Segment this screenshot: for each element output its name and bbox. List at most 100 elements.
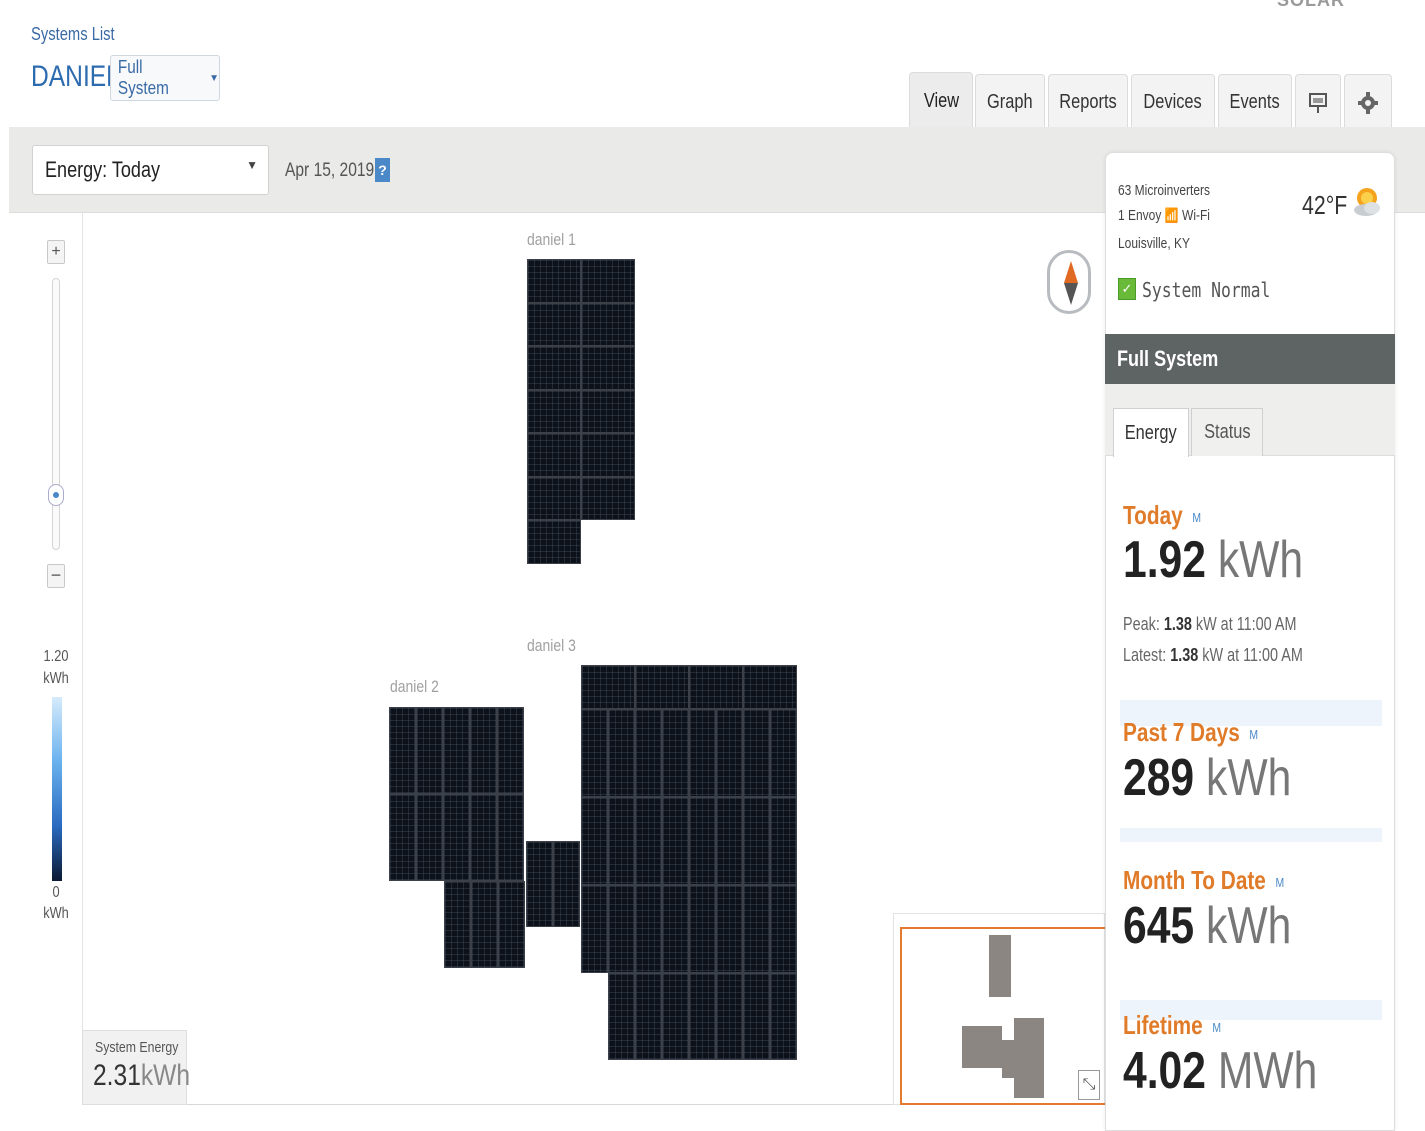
solar-panel[interactable] [662,885,689,973]
legend-max-value: 1.20 [43,648,69,665]
solar-panel[interactable] [770,797,797,885]
month-to-date-value: 645 kWh [1123,897,1292,955]
solar-panel[interactable] [581,259,635,303]
solar-panel[interactable] [527,259,581,303]
minimap-array [1014,1018,1044,1098]
envoy-info: 1 Envoy 📶 Wi-Fi [1118,207,1210,224]
solar-panel[interactable] [743,885,770,973]
solar-panel[interactable] [635,709,662,797]
solar-panel[interactable] [444,881,471,968]
solar-panel[interactable] [581,665,635,709]
array-label-daniel-2: daniel 2 [390,677,439,696]
solar-panel[interactable] [470,707,497,794]
solar-panel[interactable] [770,709,797,797]
solar-panel[interactable] [581,709,608,797]
today-label: Today M [1123,500,1201,530]
solar-panel[interactable] [689,797,716,885]
solar-panel[interactable] [527,476,581,520]
tab-presentation[interactable] [1295,74,1341,130]
solar-panel[interactable] [608,797,635,885]
presentation-icon [1309,92,1327,113]
today-value: 1.92 kWh [1123,531,1304,589]
tab-graph[interactable]: Graph [975,74,1045,130]
solar-panel[interactable] [662,797,689,885]
solar-panel[interactable] [443,707,470,794]
solar-panel[interactable] [743,973,770,1060]
solar-panel[interactable] [716,885,743,973]
solar-panel[interactable] [527,346,581,390]
solar-panel[interactable] [716,973,743,1060]
solar-panel[interactable] [662,973,689,1060]
zoom-slider-handle[interactable] [48,484,64,506]
solar-panel[interactable] [527,302,581,346]
solar-panel[interactable] [470,794,497,881]
solar-panel[interactable] [689,973,716,1060]
solar-panel[interactable] [498,881,525,968]
tab-events[interactable]: Events [1218,74,1292,130]
solar-panel[interactable] [608,885,635,973]
help-icon[interactable]: ? [375,158,390,182]
solar-panel[interactable] [497,707,524,794]
systems-list-link[interactable]: Systems List [31,24,115,45]
solar-panel[interactable] [716,797,743,885]
solar-panel[interactable] [443,794,470,881]
system-scope-label: Full System [117,57,169,98]
tab-devices[interactable]: Devices [1131,74,1215,130]
expand-icon[interactable]: ⤡ [1078,1070,1100,1100]
solar-panel[interactable] [689,885,716,973]
tab-settings[interactable] [1344,74,1392,130]
system-scope-dropdown[interactable]: Full System ▼ [110,55,220,101]
month-to-date-label: Month To Date M [1123,865,1285,895]
solar-panel[interactable] [635,797,662,885]
subtab-status[interactable]: Status [1191,408,1263,456]
solar-panel[interactable] [635,973,662,1060]
gear-icon [1358,91,1378,114]
solar-panel[interactable] [581,346,635,390]
solar-panel[interactable] [581,389,635,433]
solar-panel[interactable] [608,709,635,797]
weather-partly-cloudy-icon [1354,188,1380,216]
solar-panel[interactable] [416,707,443,794]
microinverter-count: 63 Microinverters [1118,182,1211,199]
solar-panel[interactable] [743,797,770,885]
solar-panel[interactable] [635,885,662,973]
zoom-in-button[interactable]: + [47,240,65,264]
solar-panel[interactable] [389,707,416,794]
solar-panel[interactable] [581,885,608,973]
zoom-slider[interactable] [52,278,60,550]
energy-period-dropdown[interactable]: Energy: Today ▼ [32,145,269,195]
tab-reports[interactable]: Reports [1048,74,1128,130]
solar-panel[interactable] [581,302,635,346]
zoom-out-button[interactable]: − [47,564,65,588]
subtab-energy[interactable]: Energy [1113,408,1189,457]
solar-panel[interactable] [689,665,743,709]
solar-panel[interactable] [526,841,553,927]
solar-panel[interactable] [527,433,581,477]
past-7-days-value: 289 kWh [1123,749,1292,807]
solar-panel[interactable] [527,389,581,433]
solar-panel[interactable] [743,665,797,709]
lifetime-label: Lifetime M [1123,1010,1222,1040]
solar-panel[interactable] [662,709,689,797]
solar-panel[interactable] [527,520,581,564]
solar-panel[interactable] [770,973,797,1060]
peak-info: Peak: 1.38 kW at 11:00 AM [1123,614,1297,634]
solar-panel[interactable] [635,665,689,709]
solar-panel[interactable] [471,881,498,968]
solar-panel[interactable] [389,794,416,881]
solar-panel[interactable] [581,433,635,477]
solar-panel[interactable] [743,709,770,797]
solar-panel[interactable] [770,885,797,973]
system-name: DANIEL [31,60,120,93]
solar-panel[interactable] [581,476,635,520]
array-label-daniel-3: daniel 3 [527,636,576,655]
divider [1120,828,1382,842]
tab-view[interactable]: View [909,72,973,130]
solar-panel[interactable] [689,709,716,797]
solar-panel[interactable] [716,709,743,797]
solar-panel[interactable] [497,794,524,881]
solar-panel[interactable] [581,797,608,885]
solar-panel[interactable] [553,841,580,927]
solar-panel[interactable] [416,794,443,881]
solar-panel[interactable] [608,973,635,1060]
